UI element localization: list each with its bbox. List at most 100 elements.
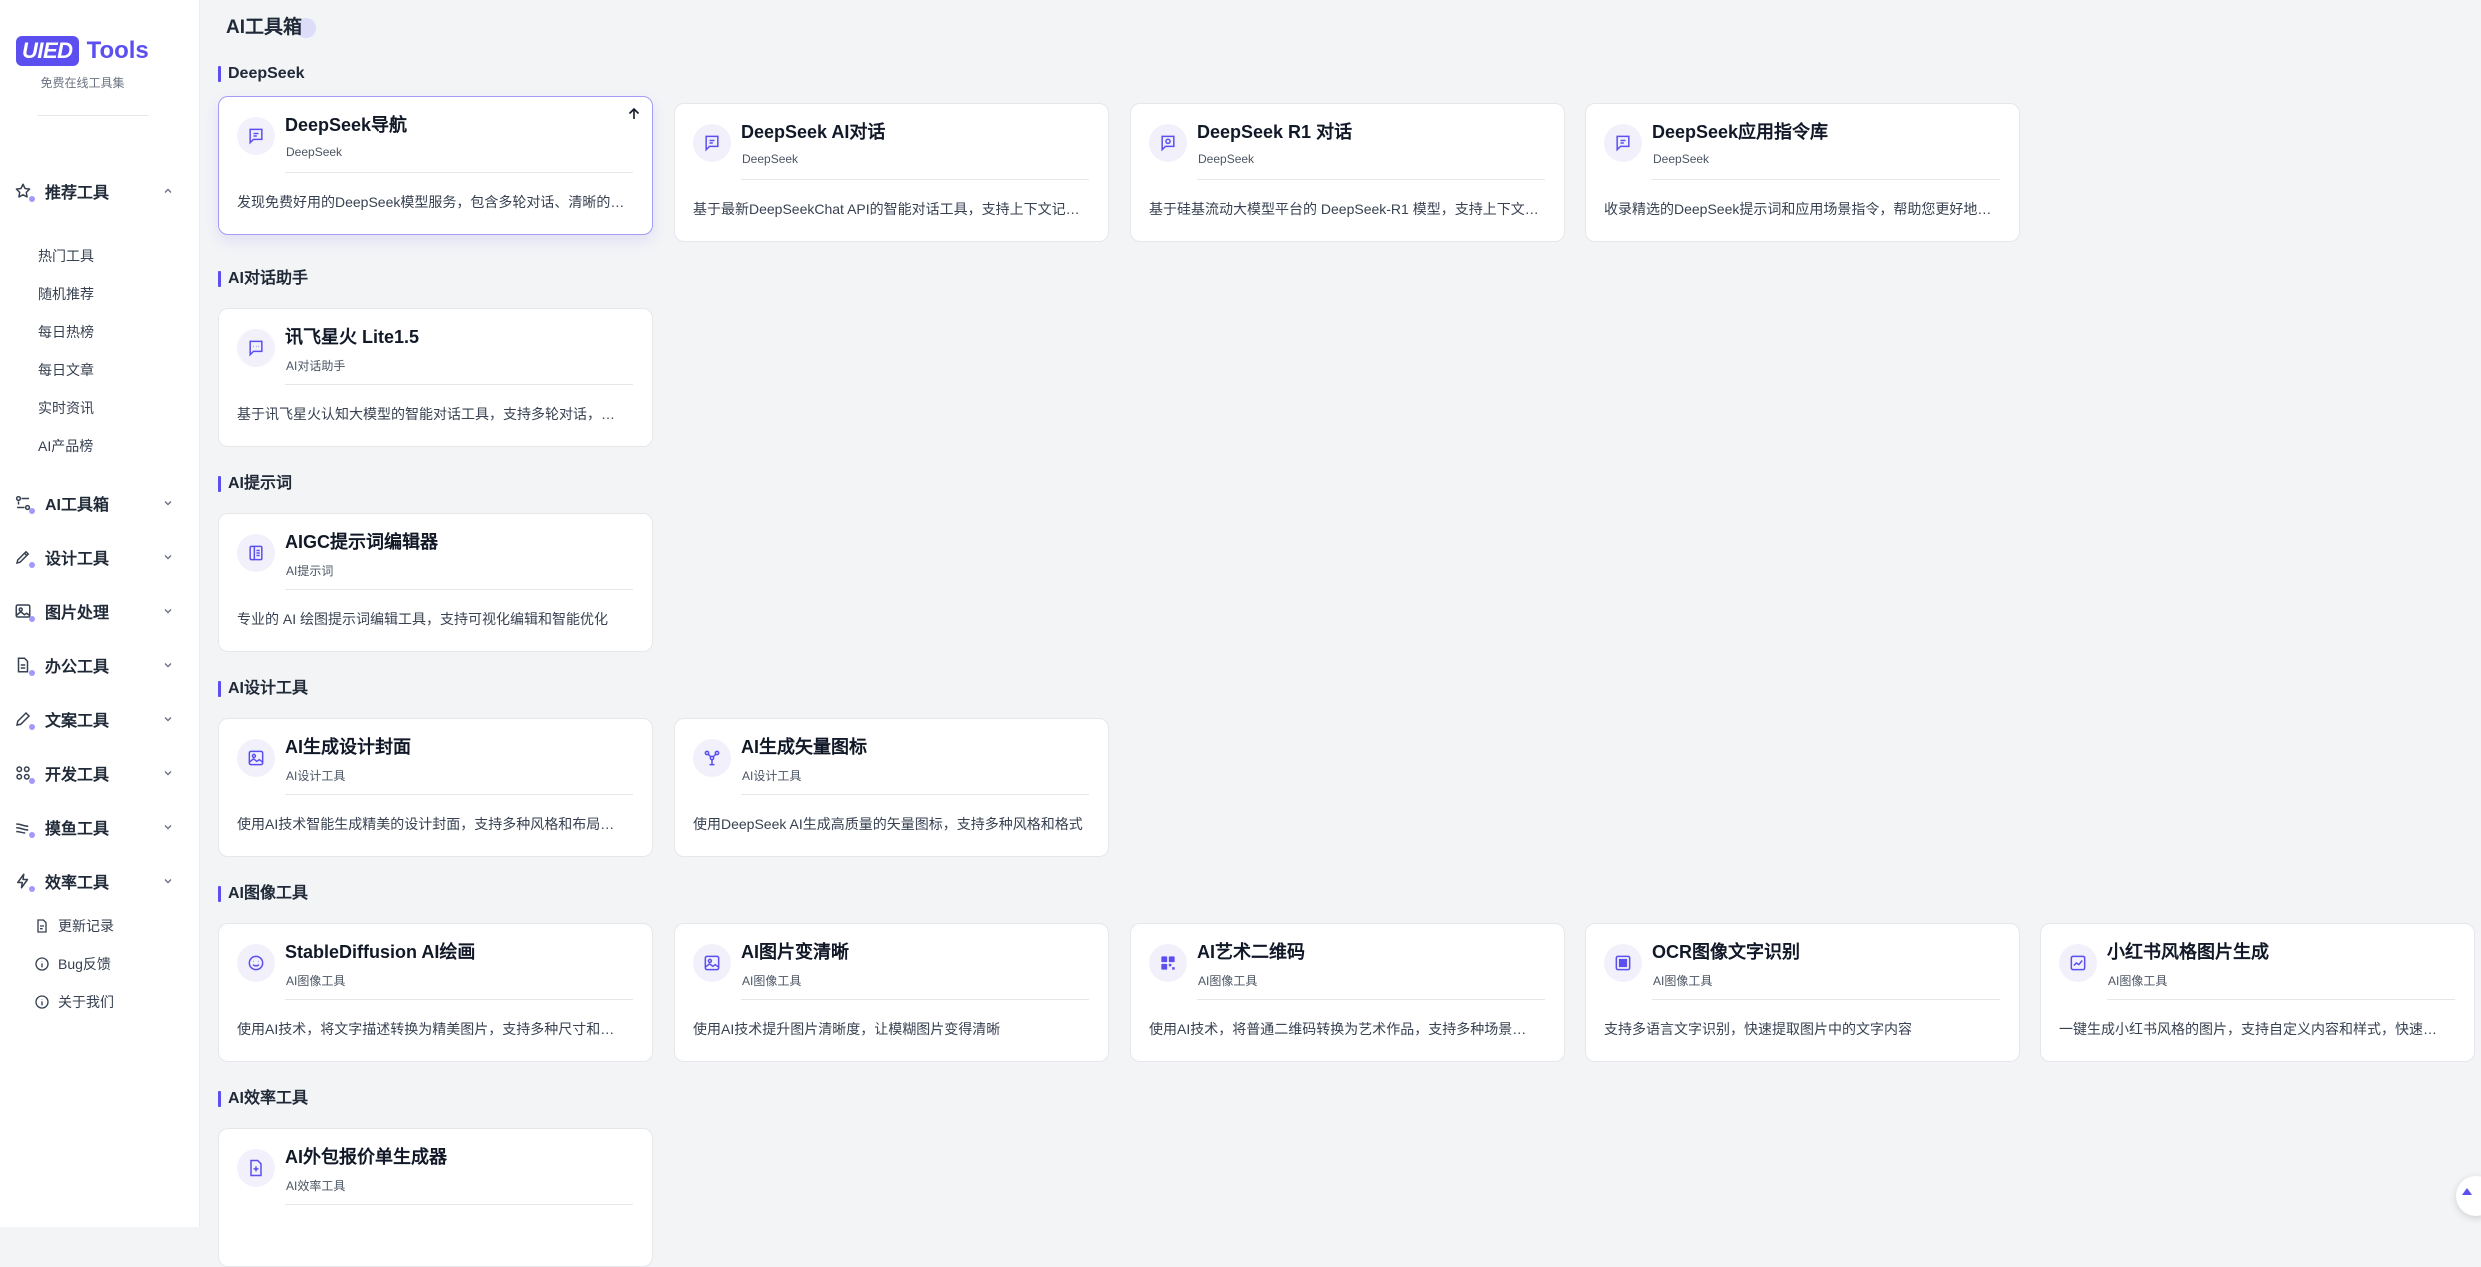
nav-label: 文案工具 <box>45 713 110 730</box>
star-icon <box>14 182 35 202</box>
nav-label: 开发工具 <box>45 767 110 784</box>
tool-card[interactable]: DeepSeek R1 对话 DeepSeek 基于硅基流动大模型平台的 Dee… <box>1130 103 1565 242</box>
divider <box>1652 179 2000 180</box>
card-description: 使用AI技术，将文字描述转换为精美图片，支持多种尺寸和风格 <box>237 1021 627 1037</box>
card-title: StableDiffusion AI绘画 <box>285 942 476 962</box>
nav-group-recommend[interactable]: 推荐工具 <box>0 171 200 211</box>
image-icon <box>14 602 35 622</box>
chevron-down-icon <box>162 821 174 833</box>
ocr-icon <box>1604 944 1642 982</box>
card-description: 使用AI技术提升图片清晰度，让模糊图片变得清晰 <box>693 1021 1001 1037</box>
tool-card[interactable]: StableDiffusion AI绘画 AI图像工具 使用AI技术，将文字描述… <box>218 923 653 1062</box>
vector-icon <box>693 739 731 777</box>
divider <box>285 1204 633 1205</box>
chart-image-icon <box>2059 944 2097 982</box>
back-to-top-button[interactable] <box>2456 1176 2481 1216</box>
card-title: AI艺术二维码 <box>1197 942 1305 962</box>
nav-group-ai-toolbox[interactable]: AI工具箱 <box>0 483 200 523</box>
tool-card[interactable]: DeepSeek应用指令库 DeepSeek 收录精选的DeepSeek提示词和… <box>1585 103 2020 242</box>
nav-label: 办公工具 <box>45 659 110 676</box>
divider <box>2107 999 2455 1000</box>
card-title: AI图片变清晰 <box>741 942 849 962</box>
nav-group-image[interactable]: 图片处理 <box>0 591 200 631</box>
arrow-up-icon[interactable] <box>626 106 642 122</box>
info-icon <box>34 994 50 1010</box>
logo-subtitle: 免费在线工具集 <box>40 76 125 90</box>
chevron-down-icon <box>162 659 174 671</box>
tool-card[interactable]: DeepSeek导航 DeepSeek 发现免费好用的DeepSeek模型服务，… <box>218 96 653 235</box>
card-category: AI图像工具 <box>1653 974 1713 988</box>
logo[interactable]: UIED Tools <box>16 36 149 66</box>
book-icon <box>237 534 275 572</box>
tool-card[interactable]: 讯飞星火 Lite1.5 AI对话助手 基于讯飞星火认知大模型的智能对话工具，支… <box>218 308 653 447</box>
sidebar-item-random[interactable]: 随机推荐 <box>38 283 94 305</box>
sidebar-item-news[interactable]: 实时资讯 <box>38 397 94 419</box>
card-title: AI外包报价单生成器 <box>285 1147 447 1167</box>
grid-icon <box>14 764 35 784</box>
card-title: 讯飞星火 Lite1.5 <box>285 327 420 347</box>
tool-card[interactable]: AIGC提示词编辑器 AI提示词 专业的 AI 绘图提示词编辑工具，支持可视化编… <box>218 513 653 652</box>
about-link[interactable]: 关于我们 <box>34 991 114 1013</box>
tool-card[interactable]: AI生成设计封面 AI设计工具 使用AI技术智能生成精美的设计封面，支持多种风格… <box>218 718 653 857</box>
nav-label: AI工具箱 <box>45 497 110 514</box>
sidebar-item-daily-articles[interactable]: 每日文章 <box>38 359 94 381</box>
divider <box>285 384 633 385</box>
tool-card[interactable]: AI图片变清晰 AI图像工具 使用AI技术提升图片清晰度，让模糊图片变得清晰 <box>674 923 1109 1062</box>
chat-lines-icon <box>237 117 275 155</box>
card-category: AI图像工具 <box>2108 974 2168 988</box>
qrcode-icon <box>1149 944 1187 982</box>
chat-lines-icon <box>1604 124 1642 162</box>
nav-group-design[interactable]: 设计工具 <box>0 537 200 577</box>
fish-icon <box>14 818 35 838</box>
card-title: DeepSeek应用指令库 <box>1652 122 1829 142</box>
card-category: AI设计工具 <box>742 769 802 783</box>
card-title: DeepSeek导航 <box>285 115 408 135</box>
lightning-icon <box>14 872 35 892</box>
divider <box>1652 999 2000 1000</box>
nav-group-office[interactable]: 办公工具 <box>0 645 200 685</box>
section-title: AI设计工具 <box>218 679 308 699</box>
changelog-link[interactable]: 更新记录 <box>34 915 114 937</box>
nav-group-dev[interactable]: 开发工具 <box>0 753 200 793</box>
tool-card[interactable]: OCR图像文字识别 AI图像工具 支持多语言文字识别，快速提取图片中的文字内容 <box>1585 923 2020 1062</box>
nav-group-efficiency[interactable]: 效率工具 <box>0 861 200 901</box>
card-category: AI效率工具 <box>286 1179 346 1193</box>
card-title: DeepSeek AI对话 <box>741 122 886 142</box>
tool-card[interactable]: AI艺术二维码 AI图像工具 使用AI技术，将普通二维码转换为艺术作品，支持多种… <box>1130 923 1565 1062</box>
tool-card[interactable]: DeepSeek AI对话 DeepSeek 基于最新DeepSeekChat … <box>674 103 1109 242</box>
tool-card[interactable]: AI生成矢量图标 AI设计工具 使用DeepSeek AI生成高质量的矢量图标，… <box>674 718 1109 857</box>
logo-badge: UIED <box>16 36 79 66</box>
sidebar-item-daily-hot[interactable]: 每日热榜 <box>38 321 94 343</box>
image-frame-icon <box>693 944 731 982</box>
sidebar-item-hot-tools[interactable]: 热门工具 <box>38 245 94 267</box>
card-title: DeepSeek R1 对话 <box>1197 122 1353 142</box>
card-description: 收录精选的DeepSeek提示词和应用场景指令，帮助您更好地使用AI模型 <box>1604 201 1994 217</box>
card-description: 使用AI技术智能生成精美的设计封面，支持多种风格和布局，一键生成 <box>237 816 627 832</box>
section-title: AI对话助手 <box>218 269 308 289</box>
card-description: 专业的 AI 绘图提示词编辑工具，支持可视化编辑和智能优化 <box>237 611 609 627</box>
nav-label: 摸鱼工具 <box>45 821 110 838</box>
ai-toolbox-icon <box>14 494 35 514</box>
nav-group-fun[interactable]: 摸鱼工具 <box>0 807 200 847</box>
footer-label: 更新记录 <box>58 918 114 934</box>
card-description: 发现免费好用的DeepSeek模型服务，包含多轮对话、清晰的模型服务及更多功能 <box>237 194 627 210</box>
logo-name: Tools <box>86 37 149 64</box>
tool-card[interactable]: AI外包报价单生成器 AI效率工具 <box>218 1128 653 1267</box>
tool-card[interactable]: 小红书风格图片生成 AI图像工具 一键生成小红书风格的图片，支持自定义内容和样式… <box>2040 923 2475 1062</box>
divider <box>285 589 633 590</box>
chevron-down-icon <box>162 767 174 779</box>
card-description: 支持多语言文字识别，快速提取图片中的文字内容 <box>1604 1021 1912 1037</box>
divider <box>1197 179 1545 180</box>
divider <box>1197 999 1545 1000</box>
sidebar-item-ai-rank[interactable]: AI产品榜 <box>38 435 93 457</box>
chevron-up-icon <box>162 185 174 197</box>
document-icon <box>14 656 35 676</box>
smile-icon <box>237 944 275 982</box>
card-title: AI生成矢量图标 <box>741 737 867 757</box>
chevron-down-icon <box>162 713 174 725</box>
card-title: AI生成设计封面 <box>285 737 411 757</box>
bug-report-link[interactable]: Bug反馈 <box>34 953 111 975</box>
nav-group-copywriting[interactable]: 文案工具 <box>0 699 200 739</box>
chevron-down-icon <box>162 551 174 563</box>
nav-label: 设计工具 <box>45 551 110 568</box>
